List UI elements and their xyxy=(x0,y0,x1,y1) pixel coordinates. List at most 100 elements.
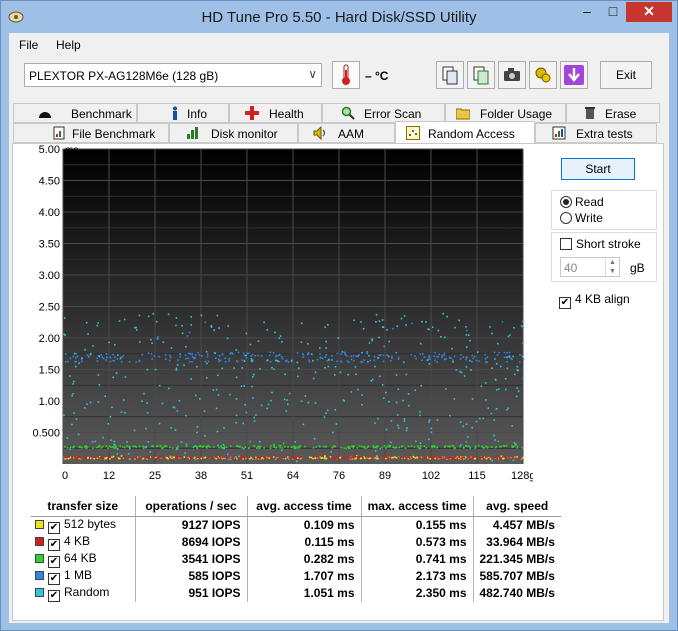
data-point xyxy=(81,357,83,359)
data-point xyxy=(223,446,226,448)
series-visible-checkbox[interactable]: ✔ xyxy=(48,521,60,534)
color-swatch xyxy=(35,519,44,529)
tab-health[interactable]: Health xyxy=(229,103,322,123)
data-point xyxy=(286,399,288,401)
data-point xyxy=(69,375,71,377)
data-point xyxy=(202,446,204,448)
data-point xyxy=(217,358,220,361)
data-point xyxy=(353,445,355,447)
menu-help[interactable]: Help xyxy=(56,38,81,52)
data-point xyxy=(217,374,219,377)
max-access-cell: 2.350 ms xyxy=(360,584,473,602)
options-button[interactable] xyxy=(529,61,557,89)
data-point xyxy=(69,448,71,451)
data-point xyxy=(361,394,363,396)
data-point xyxy=(186,335,189,337)
data-point xyxy=(271,391,273,394)
data-point xyxy=(388,340,390,343)
tab-folder-usage[interactable]: Folder Usage xyxy=(445,103,566,123)
data-point xyxy=(506,352,508,354)
screenshot-button[interactable] xyxy=(498,61,526,89)
tab-aam[interactable]: AAM xyxy=(298,123,395,143)
data-point xyxy=(72,383,74,385)
tab-error-scan[interactable]: Error Scan xyxy=(322,103,445,123)
copy-info-button[interactable] xyxy=(436,61,464,89)
close-button[interactable]: ✕ xyxy=(626,2,672,22)
data-point xyxy=(433,445,436,447)
maximize-button[interactable]: □ xyxy=(600,2,626,22)
spin-arrows-icon[interactable]: ▲ ▼ xyxy=(605,258,619,276)
data-point xyxy=(174,429,177,431)
data-point xyxy=(350,391,353,393)
data-point xyxy=(212,389,215,391)
data-point xyxy=(207,455,209,458)
data-point xyxy=(81,446,83,449)
data-point xyxy=(419,457,422,459)
data-point xyxy=(302,356,305,359)
clipboard-icon xyxy=(473,66,489,85)
tab-extra-tests[interactable]: Extra tests xyxy=(535,123,657,143)
data-point xyxy=(395,401,398,404)
tab-random-access[interactable]: Random Access xyxy=(395,121,535,143)
tab-info[interactable]: Info xyxy=(137,103,229,123)
data-point xyxy=(465,366,468,368)
data-point xyxy=(141,400,143,402)
series-visible-checkbox[interactable]: ✔ xyxy=(48,589,60,602)
read-radio[interactable]: Read xyxy=(560,195,604,209)
tab-benchmark[interactable]: Benchmark xyxy=(13,103,137,123)
title-bar[interactable]: HD Tune Pro 5.50 - Hard Disk/SSD Utility… xyxy=(1,1,677,33)
minimize-button[interactable]: – xyxy=(574,2,600,22)
series-visible-checkbox[interactable]: ✔ xyxy=(48,572,60,585)
data-point xyxy=(270,457,272,459)
table-row: ✔ 1 MB 585 IOPS 1.707 ms 2.173 ms 585.707 MB/… xyxy=(31,567,561,585)
data-point xyxy=(314,402,317,404)
data-point xyxy=(379,447,381,450)
start-button[interactable]: Start xyxy=(561,158,635,180)
series-label: Random xyxy=(64,584,110,599)
data-point xyxy=(491,446,493,448)
data-point xyxy=(352,447,354,449)
tab-erase[interactable]: Erase xyxy=(566,103,660,123)
data-point xyxy=(196,431,198,434)
data-point xyxy=(318,457,321,460)
data-point xyxy=(388,445,390,447)
data-point xyxy=(269,351,272,354)
series-visible-checkbox[interactable]: ✔ xyxy=(48,555,60,568)
short-stroke-checkbox[interactable]: Short stroke xyxy=(560,237,641,251)
series-visible-checkbox[interactable]: ✔ xyxy=(48,538,60,551)
menu-file[interactable]: File xyxy=(19,38,38,52)
tab-file-benchmark[interactable]: File Benchmark xyxy=(13,123,169,143)
data-point xyxy=(460,353,462,356)
short-stroke-check-indicator xyxy=(560,238,572,250)
save-button[interactable] xyxy=(560,61,588,89)
data-point xyxy=(436,419,439,421)
short-stroke-size-input[interactable]: 40 ▲ ▼ xyxy=(560,257,620,277)
data-point xyxy=(147,441,150,443)
data-point xyxy=(198,354,201,356)
data-point xyxy=(350,457,353,460)
data-point xyxy=(227,457,229,460)
data-point xyxy=(75,352,77,355)
data-point xyxy=(181,332,184,335)
drive-dropdown[interactable]: PLEXTOR PX-AG128M6e (128 gB) ∨ xyxy=(24,63,322,87)
data-point xyxy=(259,447,261,449)
data-point xyxy=(438,353,441,356)
data-point xyxy=(514,457,517,459)
data-point xyxy=(418,447,421,449)
data-point xyxy=(214,357,217,359)
data-point xyxy=(113,443,116,446)
data-point xyxy=(485,456,487,458)
data-point xyxy=(209,457,212,459)
exit-button[interactable]: Exit xyxy=(600,61,652,89)
data-point xyxy=(428,456,430,458)
data-point xyxy=(64,361,67,363)
temperature-button[interactable] xyxy=(332,61,360,89)
write-radio[interactable]: Write xyxy=(560,211,603,225)
align-checkbox[interactable]: ✔ 4 KB align xyxy=(559,292,630,309)
tab-disk-monitor[interactable]: Disk monitor xyxy=(169,123,298,143)
data-point xyxy=(64,334,66,337)
data-point xyxy=(123,318,126,321)
y-axis-unit: ms xyxy=(65,145,78,156)
copy-screen-button[interactable] xyxy=(467,61,495,89)
data-point xyxy=(522,320,524,323)
